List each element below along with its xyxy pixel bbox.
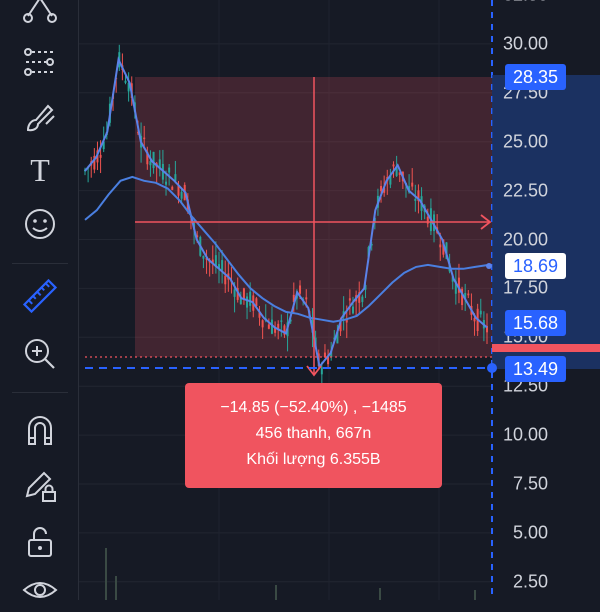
emoji-tool[interactable] bbox=[14, 202, 66, 246]
candle-body bbox=[165, 181, 168, 185]
candle-body bbox=[380, 185, 383, 192]
candle-body bbox=[411, 182, 414, 187]
price-axis-label: 30.00 bbox=[502, 33, 548, 54]
candle-body bbox=[361, 296, 364, 303]
upper-range-price-tag: 28.35 bbox=[504, 64, 566, 90]
measurement-tooltip: −14.85 (−52.40%) , −1485 456 thanh, 667n… bbox=[185, 383, 442, 488]
measurement-change: −14.85 (−52.40%) , −1485 bbox=[220, 399, 407, 416]
price-axis-label: 10.00 bbox=[502, 424, 548, 445]
candle-body bbox=[267, 324, 270, 329]
candle-body bbox=[414, 198, 417, 201]
candle-body bbox=[152, 151, 155, 169]
measurement-volume: Khối lượng 6.355B bbox=[246, 451, 381, 468]
price-axis-label: 5.00 bbox=[512, 522, 548, 543]
candle-body bbox=[171, 186, 174, 190]
candle-body bbox=[439, 244, 442, 248]
measurement-bars-duration: 456 thanh, 667n bbox=[255, 425, 372, 442]
moving-average-price-tag: 18.69 bbox=[504, 253, 566, 279]
candle-body bbox=[320, 367, 323, 375]
candle-body bbox=[299, 285, 302, 294]
candle-body bbox=[233, 289, 236, 297]
price-axis-label: 17.50 bbox=[502, 277, 548, 298]
text-tool[interactable]: T bbox=[14, 148, 66, 192]
candle-body bbox=[280, 320, 283, 322]
candle-body bbox=[202, 255, 205, 259]
magnet-tool[interactable] bbox=[14, 408, 66, 452]
chart-area[interactable]: 32.5030.0027.5025.0022.5020.0017.5015.00… bbox=[79, 0, 600, 600]
lock-drawings-tool[interactable] bbox=[14, 464, 66, 508]
pencil-lock-icon bbox=[25, 471, 56, 502]
trend-line-icon bbox=[23, 0, 57, 23]
ruler-tool[interactable] bbox=[14, 274, 66, 318]
volume-bar bbox=[474, 590, 476, 600]
volume-bar bbox=[275, 585, 277, 600]
unlock-icon bbox=[28, 527, 52, 557]
candle-body bbox=[249, 291, 252, 306]
lower-range-price-tag: 13.49 bbox=[504, 356, 566, 382]
text-icon: T bbox=[30, 151, 50, 188]
price-axis-label: 2.50 bbox=[512, 571, 548, 592]
low-endpoint-dot bbox=[487, 363, 497, 373]
candle-body bbox=[467, 293, 470, 296]
unlock-tool[interactable] bbox=[14, 520, 66, 564]
candle-body bbox=[99, 154, 102, 158]
magnet-icon bbox=[28, 416, 52, 445]
volume-bar bbox=[115, 576, 117, 600]
candle-body bbox=[348, 298, 351, 301]
candle-body bbox=[261, 320, 264, 328]
price-axis-label: 20.00 bbox=[502, 229, 548, 249]
candle-body bbox=[305, 297, 308, 300]
eye-icon bbox=[22, 582, 58, 598]
pattern-tool[interactable] bbox=[14, 40, 66, 84]
candle-body bbox=[180, 191, 183, 199]
candle-body bbox=[143, 137, 146, 140]
candle-body bbox=[242, 288, 245, 299]
price-axis-label: 32.50 bbox=[503, 0, 548, 6]
candle-body bbox=[168, 167, 171, 173]
last-price-tag: 15.68 bbox=[504, 310, 566, 336]
drawing-toolbar: T bbox=[0, 0, 78, 600]
candle-body bbox=[473, 318, 476, 322]
zoom-in-icon bbox=[25, 339, 55, 369]
price-axis-label: 7.50 bbox=[512, 473, 548, 494]
zoom-in-tool[interactable] bbox=[14, 332, 66, 376]
price-axis-label: 22.50 bbox=[502, 180, 548, 201]
candle-body bbox=[246, 296, 249, 308]
candle-body bbox=[124, 80, 127, 83]
candle-body bbox=[392, 164, 395, 167]
volume-bar bbox=[379, 588, 381, 600]
ma-endpoint-dot bbox=[486, 263, 492, 269]
ruler-icon bbox=[22, 278, 58, 314]
price-axis-label: 25.00 bbox=[502, 131, 548, 152]
brush-icon bbox=[26, 104, 55, 132]
candle-body bbox=[224, 275, 227, 285]
candle-body bbox=[221, 260, 224, 271]
candle-body bbox=[352, 306, 354, 314]
candle-body bbox=[479, 310, 482, 315]
toolbar-separator bbox=[12, 392, 68, 393]
pattern-icon bbox=[24, 48, 54, 76]
brush-tool[interactable] bbox=[14, 96, 66, 140]
emoji-icon bbox=[25, 209, 55, 239]
trend-line-tool[interactable] bbox=[14, 0, 66, 34]
visibility-tool[interactable] bbox=[14, 568, 66, 612]
toolbar-separator bbox=[12, 263, 68, 264]
volume-bar bbox=[105, 548, 107, 600]
candle-body bbox=[255, 298, 258, 306]
